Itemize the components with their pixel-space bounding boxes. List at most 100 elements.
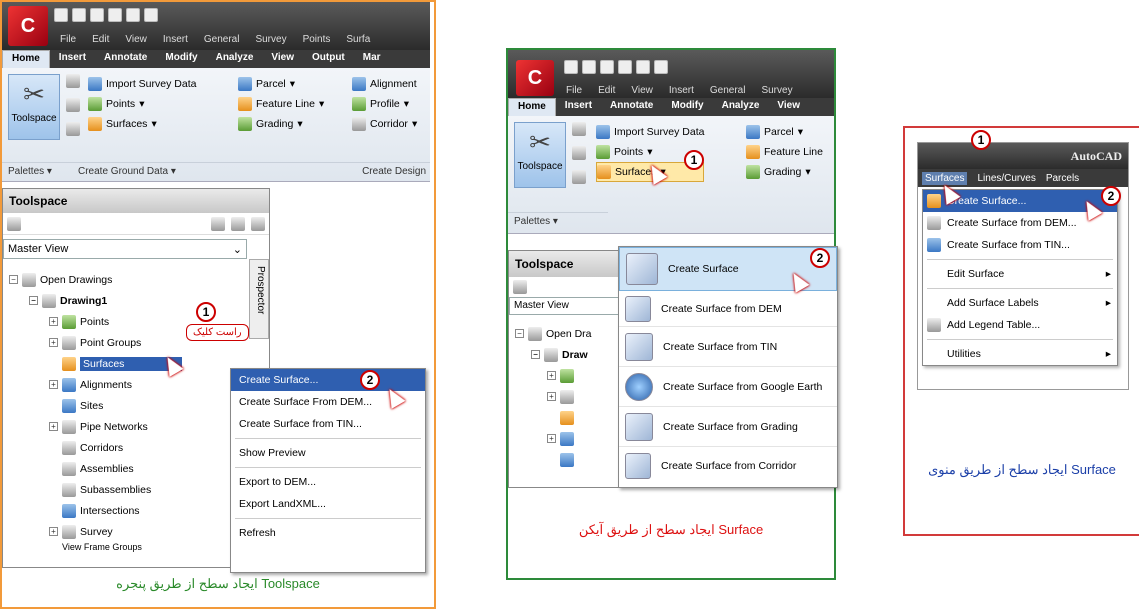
menu-add-surface-labels[interactable]: Add Surface Labels ▸ [923,292,1117,314]
properties-icon[interactable] [66,122,80,136]
menu-create-surface-tin[interactable]: Create Surface from TIN... [923,234,1117,256]
menu-points[interactable]: Points [303,34,331,45]
corridor-button[interactable]: Corridor ▾ [352,114,417,134]
parcel-button[interactable]: Parcel ▾ [746,122,823,142]
feature-line-button[interactable]: Feature Line [746,142,823,162]
search-icon[interactable] [7,216,21,231]
menu-surfaces[interactable]: Surfaces [922,171,968,185]
help-icon[interactable] [251,216,265,231]
menu-export-landxml[interactable]: Export LandXML... [231,493,425,515]
tab-modify[interactable]: Modify [156,50,206,68]
menu-general[interactable]: General [710,85,746,96]
tree-item-view-frame-groups[interactable]: View Frame Groups [9,542,243,552]
settings-toggle-icon[interactable] [231,216,245,231]
grading-button[interactable]: Grading ▾ [238,114,324,134]
parcel-button[interactable]: Parcel ▾ [238,74,324,94]
tree-item-corridors[interactable]: Corridors [9,437,243,458]
dropdown-create-surface-grading[interactable]: Create Surface from Grading [619,407,837,447]
tree-drawing[interactable]: − Draw [515,344,619,365]
dropdown-create-surface-google-earth[interactable]: Create Surface from Google Earth [619,367,837,407]
menu-lines-curves[interactable]: Lines/Curves [977,173,1035,184]
master-view-select[interactable]: Master View ⌄ [3,239,247,259]
menu-add-legend-table[interactable]: Add Legend Table... [923,314,1117,336]
menu-export-dem[interactable]: Export to DEM... [231,471,425,493]
group-palettes[interactable]: Palettes ▾ [8,166,78,177]
tree-item-intersections[interactable]: Intersections [9,500,243,521]
prospector-icon[interactable] [572,122,586,136]
surfaces-button[interactable]: Surfaces ▾ [88,114,196,134]
panorama-icon[interactable] [66,98,80,112]
menu-insert[interactable]: Insert [163,34,188,45]
tree-item-sites[interactable]: Sites [9,395,243,416]
print-icon[interactable] [618,60,632,74]
tab-home[interactable]: Home [508,98,556,116]
tree-open-drawings[interactable]: − Open Dra [515,323,619,344]
undo-icon[interactable] [636,60,650,74]
tab-output[interactable]: Output [303,50,354,68]
search-icon[interactable] [513,280,527,294]
open-icon[interactable] [72,8,86,22]
menu-survey[interactable]: Survey [255,34,286,45]
import-survey-button[interactable]: Import Survey Data [88,74,196,94]
prospector-toggle-icon[interactable] [211,216,225,231]
prospector-tab[interactable]: Prospector [249,259,269,339]
menu-insert[interactable]: Insert [669,85,694,96]
group-create-design[interactable]: Create Design [362,166,430,177]
master-view-select[interactable]: Master View [509,297,619,315]
new-icon[interactable] [54,8,68,22]
tree-item-pipe-networks[interactable]: + Pipe Networks [9,416,243,437]
print-icon[interactable] [108,8,122,22]
prospector-icon[interactable] [66,74,80,88]
menu-file[interactable]: File [566,85,582,96]
profile-button[interactable]: Profile ▾ [352,94,417,114]
tab-modify[interactable]: Modify [662,98,712,116]
menu-view[interactable]: View [631,85,653,96]
group-palettes[interactable]: Palettes ▾ [514,216,558,227]
menu-file[interactable]: File [60,34,76,45]
tab-home[interactable]: Home [2,50,50,68]
feature-line-button[interactable]: Feature Line ▾ [238,94,324,114]
menu-edit[interactable]: Edit [92,34,109,45]
tab-analyze[interactable]: Analyze [713,98,769,116]
toolspace-button[interactable]: ✂ Toolspace [514,122,566,188]
tree-item-surfaces[interactable]: Surfaces [9,353,243,374]
tab-analyze[interactable]: Analyze [207,50,263,68]
tree-open-drawings[interactable]: − Open Drawings [9,269,243,290]
undo-icon[interactable] [126,8,140,22]
menu-parcels[interactable]: Parcels [1046,173,1079,184]
save-icon[interactable] [600,60,614,74]
dropdown-create-surface-corridor[interactable]: Create Surface from Corridor [619,447,837,485]
tab-annotate[interactable]: Annotate [601,98,662,116]
tab-insert[interactable]: Insert [556,98,601,116]
menu-refresh[interactable]: Refresh [231,522,425,544]
menu-create-surface-tin[interactable]: Create Surface from TIN... [231,413,425,435]
tab-manage[interactable]: Mar [354,50,390,68]
menu-edit-surface[interactable]: Edit Surface ▸ [923,263,1117,285]
import-survey-button[interactable]: Import Survey Data [596,122,704,142]
grading-button[interactable]: Grading ▾ [746,162,823,182]
menu-show-preview[interactable]: Show Preview [231,442,425,464]
properties-icon[interactable] [572,170,586,184]
tree-item-subassemblies[interactable]: Subassemblies [9,479,243,500]
dropdown-create-surface-tin[interactable]: Create Surface from TIN [619,327,837,367]
tab-insert[interactable]: Insert [50,50,95,68]
tab-annotate[interactable]: Annotate [95,50,156,68]
tree-item-alignments[interactable]: + Alignments [9,374,243,395]
redo-icon[interactable] [654,60,668,74]
menu-view[interactable]: View [125,34,147,45]
menu-survey[interactable]: Survey [761,85,792,96]
menu-utilities[interactable]: Utilities ▸ [923,343,1117,365]
tab-view[interactable]: View [262,50,303,68]
dropdown-create-surface-dem[interactable]: Create Surface from DEM [619,291,837,327]
panorama-icon[interactable] [572,146,586,160]
group-create-ground[interactable]: Create Ground Data ▾ [78,166,238,177]
tab-view[interactable]: View [768,98,809,116]
redo-icon[interactable] [144,8,158,22]
tree-item-assemblies[interactable]: Assemblies [9,458,243,479]
save-icon[interactable] [90,8,104,22]
menu-general[interactable]: General [204,34,240,45]
open-icon[interactable] [582,60,596,74]
menu-edit[interactable]: Edit [598,85,615,96]
tree-item-survey[interactable]: + Survey [9,521,243,542]
alignment-button[interactable]: Alignment [352,74,417,94]
